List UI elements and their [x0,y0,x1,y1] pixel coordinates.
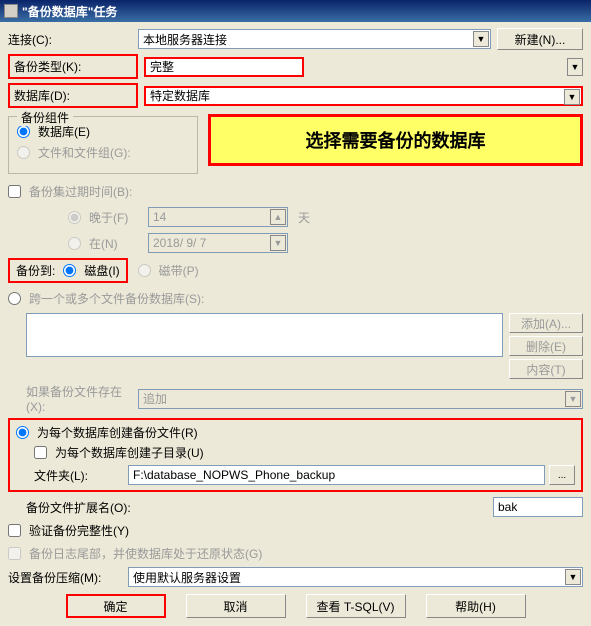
browse-folder-button[interactable]: ... [549,465,575,485]
verify-check-input[interactable] [8,524,21,537]
expire-on-radio: 在(N) [68,235,148,252]
backup-components-legend: 备份组件 [17,109,73,126]
help-button[interactable]: 帮助(H) [426,594,526,618]
database-value: 特定数据库 [150,87,210,104]
expire-on-value: 2018/ 9/ 7 ▼ [148,233,288,253]
chevron-down-icon[interactable]: ▼ [564,89,580,105]
chevron-down-icon: ▼ [565,391,581,407]
expire-check[interactable]: 备份集过期时间(B): [8,183,132,200]
chevron-down-icon[interactable]: ▼ [473,31,489,47]
database-label: 数据库(D): [8,83,138,108]
cancel-button[interactable]: 取消 [186,594,286,618]
per-db-box: 为每个数据库创建备份文件(R) 为每个数据库创建子目录(U) 文件夹(L): F… [8,418,583,492]
per-db-create-radio-input[interactable] [16,426,29,439]
per-db-subdir-check[interactable]: 为每个数据库创建子目录(U) [16,444,575,461]
across-files-radio[interactable]: 跨一个或多个文件备份数据库(S): [8,290,204,307]
component-database-radio-input[interactable] [17,125,30,138]
ok-button[interactable]: 确定 [66,594,166,618]
backup-components-group: 备份组件 数据库(E) 文件和文件组(G): [8,116,198,174]
backup-to-box: 备份到: 磁盘(I) [8,258,128,283]
ext-textbox[interactable]: bak [493,497,583,517]
tail-log-check-input [8,547,21,560]
spinner-icon: ▲ [270,209,286,225]
ext-label: 备份文件扩展名(O): [8,499,178,516]
expire-check-input[interactable] [8,185,21,198]
connection-value: 本地服务器连接 [143,31,227,48]
title-bar: "备份数据库"任务 [0,0,591,22]
per-db-subdir-check-input[interactable] [34,446,47,459]
tail-log-check: 备份日志尾部，并使数据库处于还原状态(G) [8,545,583,562]
backup-type-value: 完整 [150,58,174,75]
if-exists-label: 如果备份文件存在(X): [8,383,138,414]
dest-tape-radio-input [138,264,151,277]
callout-box: 选择需要备份的数据库 [208,114,583,166]
per-db-create-radio[interactable]: 为每个数据库创建备份文件(R) [16,424,575,441]
across-files-radio-input[interactable] [8,292,21,305]
view-tsql-button[interactable]: 查看 T-SQL(V) [306,594,406,618]
connection-combo[interactable]: 本地服务器连接 ▼ [138,29,491,49]
verify-check[interactable]: 验证备份完整性(Y) [8,522,583,539]
dest-disk-radio-input[interactable] [63,264,76,277]
dest-tape-radio: 磁带(P) [138,262,199,279]
backup-type-label: 备份类型(K): [8,54,138,79]
folder-label: 文件夹(L): [16,467,128,484]
chevron-down-icon[interactable]: ▼ [565,569,581,585]
app-icon [4,4,18,18]
window-title: "备份数据库"任务 [22,3,117,20]
chevron-down-icon[interactable]: ▼ [567,58,583,76]
compress-label: 设置备份压缩(M): [8,569,128,586]
add-file-button: 添加(A)... [509,313,583,333]
remove-file-button: 删除(E) [509,336,583,356]
compress-combo[interactable]: 使用默认服务器设置 ▼ [128,567,583,587]
backup-type-combo[interactable]: 完整 [144,57,304,77]
folder-textbox[interactable]: F:\database_NOPWS_Phone_backup [128,465,545,485]
days-suffix: 天 [298,209,310,226]
connection-label: 连接(C): [8,31,138,48]
database-combo[interactable]: 特定数据库 ▼ [144,86,583,106]
dest-disk-radio[interactable]: 磁盘(I) [63,262,119,279]
chevron-down-icon: ▼ [270,235,286,251]
backup-files-listbox[interactable] [26,313,503,357]
client-area: 连接(C): 本地服务器连接 ▼ 新建(N)... 备份类型(K): 完整 ▼ … [0,22,591,626]
new-connection-button[interactable]: 新建(N)... [497,28,583,50]
expire-after-radio-input [68,211,81,224]
backup-to-label: 备份到: [16,262,55,279]
component-files-radio: 文件和文件组(G): [17,144,189,161]
contents-button: 内容(T) [509,359,583,379]
if-exists-combo: 追加 ▼ [138,389,583,409]
expire-after-radio: 晚于(F) [68,209,148,226]
expire-on-radio-input [68,237,81,250]
expire-after-value: 14 ▲ [148,207,288,227]
component-files-radio-input [17,146,30,159]
